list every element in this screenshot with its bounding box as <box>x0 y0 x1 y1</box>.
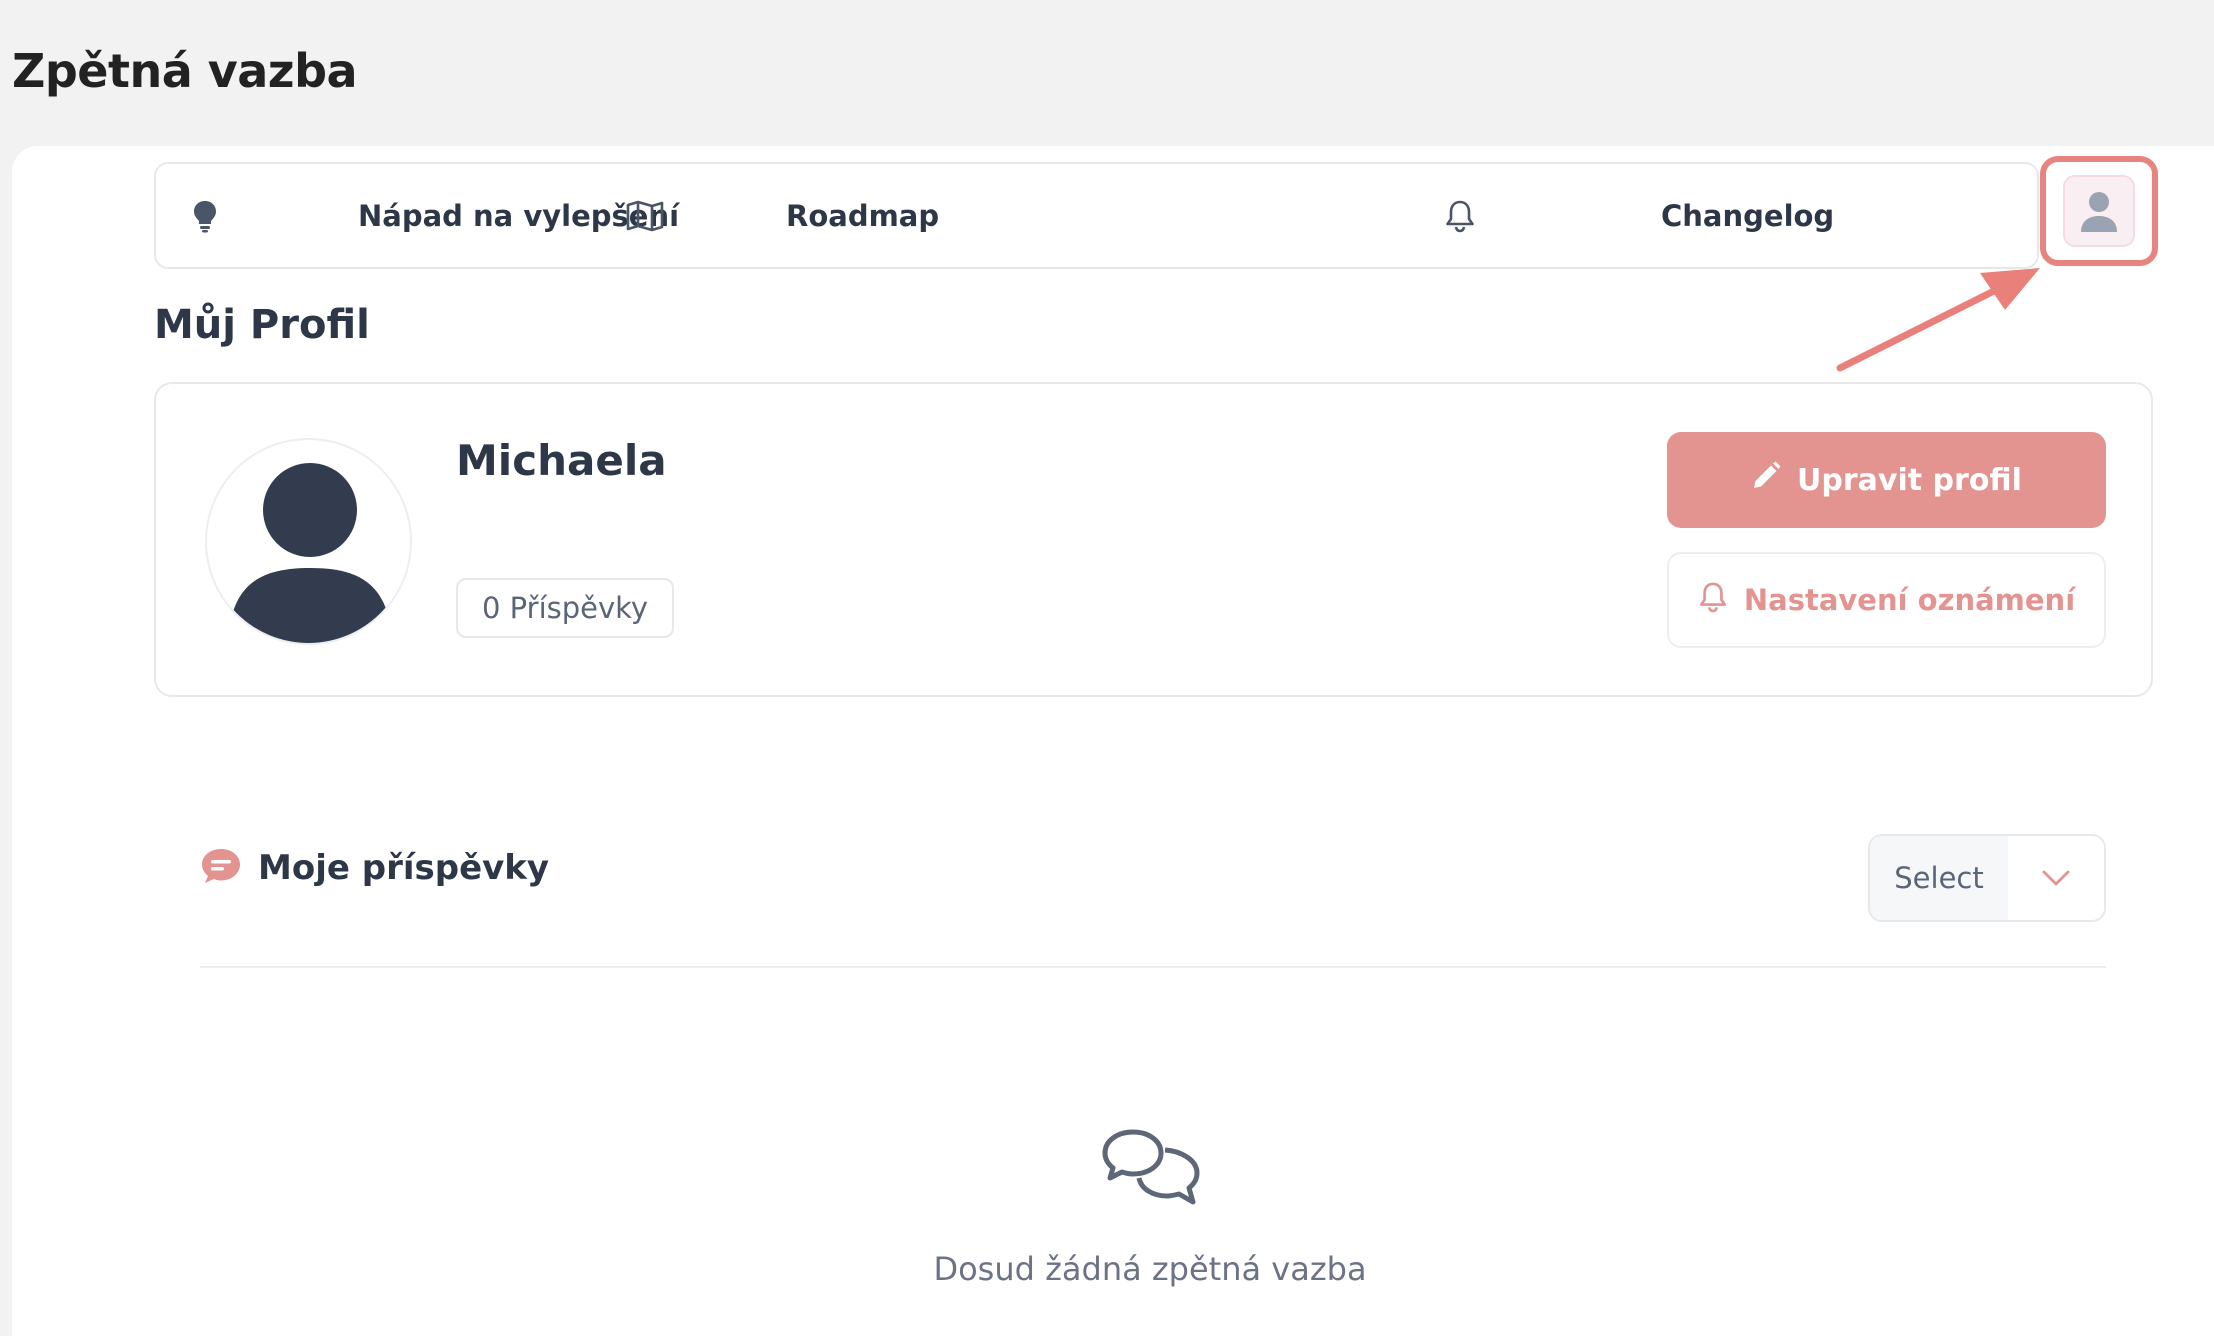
my-posts-header: Moje příspěvky <box>200 846 549 890</box>
nav-roadmap[interactable]: Roadmap <box>786 164 939 267</box>
empty-state-text: Dosud žádná zpětná vazba <box>933 1250 1367 1288</box>
map-icon <box>626 164 664 267</box>
chevron-down-icon <box>2008 836 2104 920</box>
chat-bubble-icon <box>200 846 242 890</box>
edit-profile-button[interactable]: Upravit profil <box>1667 432 2106 528</box>
profile-avatar <box>205 438 412 645</box>
pencil-icon <box>1751 461 1781 499</box>
notification-settings-label: Nastavení oznámení <box>1743 583 2076 617</box>
nav-changelog[interactable]: Changelog <box>1661 164 1834 267</box>
profile-card: Michaela 0 Příspěvky Upravit profil Nast… <box>154 382 2153 697</box>
annotation-arrow <box>1836 268 2040 372</box>
chat-bubbles-icon <box>1101 1128 1203 1212</box>
lightbulb-icon <box>192 164 218 267</box>
bell-icon <box>1698 581 1728 620</box>
page-title: Zpětná vazba <box>12 44 358 98</box>
select-value: Select <box>1870 836 2008 920</box>
user-avatar-button[interactable] <box>2040 156 2158 266</box>
posts-count-badge: 0 Příspěvky <box>456 578 675 638</box>
edit-profile-label: Upravit profil <box>1797 462 2022 498</box>
user-avatar-icon <box>2063 175 2135 247</box>
person-icon <box>232 463 388 643</box>
notification-settings-button[interactable]: Nastavení oznámení <box>1667 552 2106 648</box>
profile-section-title: Můj Profil <box>154 302 370 348</box>
posts-filter-select[interactable]: Select <box>1868 834 2106 922</box>
my-posts-title: Moje příspěvky <box>258 848 550 888</box>
bell-icon <box>1444 164 1476 267</box>
feedback-navbar: Nápad na vylepšení Roadmap Changelog <box>154 162 2039 269</box>
posts-divider <box>200 966 2106 968</box>
nav-changelog-label: Changelog <box>1661 198 1835 233</box>
profile-name: Michaela <box>456 436 667 485</box>
nav-roadmap-label: Roadmap <box>786 198 940 233</box>
